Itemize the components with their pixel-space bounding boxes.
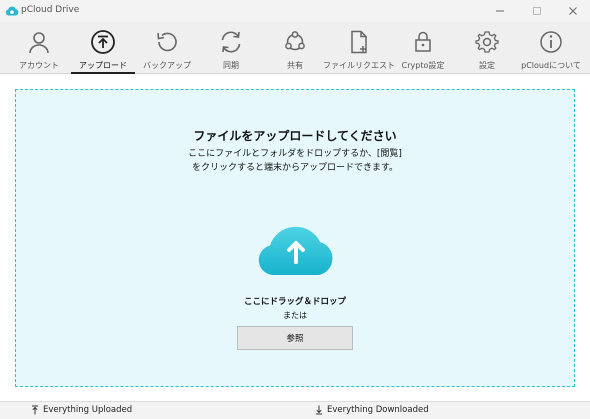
lock-icon: [415, 31, 431, 52]
minimize-button[interactable]: [483, 0, 517, 22]
upload-title: ファイルをアップロードしてください: [193, 129, 397, 143]
tab-sync-label: 同期: [223, 61, 239, 70]
tab-crypto-settings-label: Crypto設定: [401, 61, 445, 70]
status-bar: Everything Uploaded Everything Downloade…: [0, 401, 590, 419]
title-bar: pCloud Drive: [0, 0, 590, 22]
tab-about-label: pCloudについて: [521, 61, 581, 70]
window-title: pCloud Drive: [21, 5, 80, 15]
upload-description-line1: ここにファイルとフォルダをドロップするか、[閲覧]: [188, 149, 402, 159]
tab-file-request[interactable]: ファイルリクエスト: [323, 22, 395, 74]
minimize-icon: [496, 10, 504, 12]
upload-panel: ファイルをアップロードしてください ここにファイルとフォルダをドロップするか、[…: [0, 75, 590, 401]
backup-icon: [157, 32, 177, 52]
tab-sync[interactable]: 同期: [199, 22, 263, 74]
tab-upload-label: アップロード: [79, 61, 127, 70]
tab-account[interactable]: アカウント: [7, 22, 71, 74]
account-icon: [29, 32, 49, 54]
tab-settings-label: 設定: [479, 61, 495, 70]
cloud-upload-icon: [258, 226, 333, 275]
maximize-button[interactable]: [520, 0, 554, 22]
gear-icon: [475, 31, 499, 53]
tab-about[interactable]: pCloudについて: [519, 22, 583, 74]
close-icon: [569, 7, 577, 15]
upload-status-text: Everything Uploaded: [43, 405, 133, 415]
pcloud-logo-icon: [5, 6, 19, 16]
close-button[interactable]: [556, 0, 590, 22]
tab-account-label: アカウント: [19, 61, 59, 70]
tab-upload[interactable]: アップロード: [71, 22, 135, 74]
download-status-text: Everything Downloaded: [327, 405, 429, 415]
browse-button[interactable]: 参照: [237, 326, 353, 350]
download-status: Everything Downloaded: [315, 405, 429, 415]
sync-icon: [221, 31, 241, 53]
tab-share[interactable]: 共有: [263, 22, 327, 74]
maximize-icon: [533, 7, 541, 15]
upload-arrow-icon: [32, 405, 38, 415]
upload-icon: [91, 30, 115, 54]
upload-description-line2: をクリックすると端末からアップロードできます。: [191, 163, 399, 173]
tab-file-request-label: ファイルリクエスト: [323, 61, 395, 70]
drop-zone[interactable]: ファイルをアップロードしてください ここにファイルとフォルダをドロップするか、[…: [15, 89, 575, 387]
tab-share-label: 共有: [287, 61, 303, 70]
info-icon: [540, 31, 562, 53]
tab-settings[interactable]: 設定: [455, 22, 519, 74]
download-arrow-icon: [316, 405, 322, 415]
share-icon: [285, 31, 305, 51]
or-label: または: [283, 311, 307, 320]
upload-description: ここにファイルとフォルダをドロップするか、[閲覧] をクリックすると端末からアッ…: [16, 147, 574, 175]
file-request-icon: [351, 30, 367, 54]
tab-crypto-settings[interactable]: Crypto設定: [391, 22, 455, 74]
toolbar: アカウント アップロード バックアップ 同期 共有 ファイルリクエスト Cryp…: [0, 22, 590, 74]
tab-backup-label: バックアップ: [143, 61, 191, 70]
tab-backup[interactable]: バックアップ: [135, 22, 199, 74]
drag-drop-label: ここにドラッグ＆ドロップ: [243, 297, 346, 307]
upload-status: Everything Uploaded: [31, 405, 132, 415]
